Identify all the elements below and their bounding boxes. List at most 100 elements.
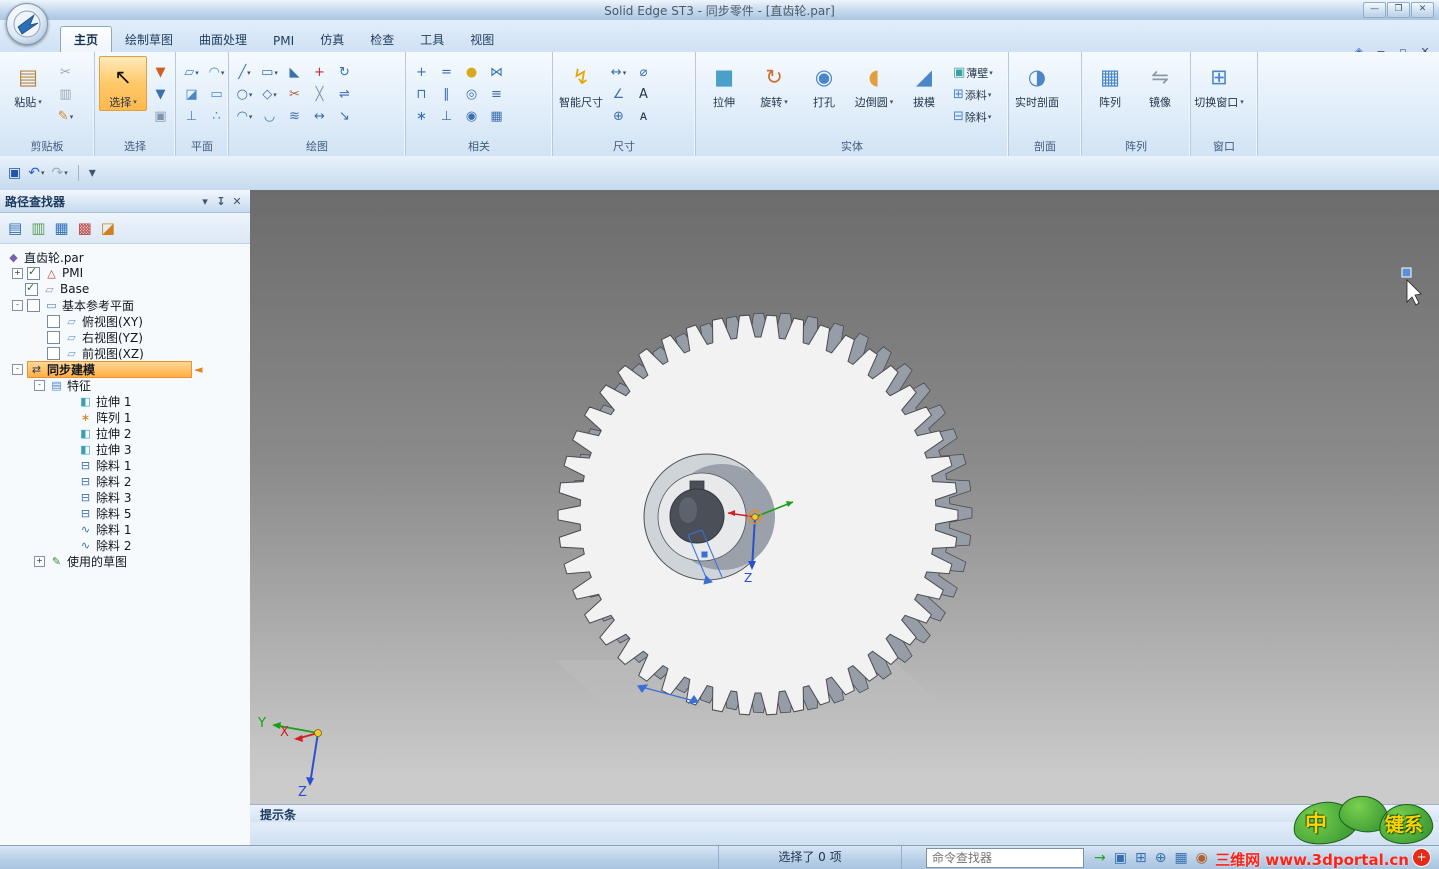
tab-绘制草图[interactable]: 绘制草图 [112,27,186,52]
close-panel-icon[interactable]: ✕ [229,195,245,208]
pathfinder-view-button[interactable]: ▤ [8,220,22,236]
chamfer-button[interactable]: ◣ [283,62,306,83]
line-button[interactable]: ╱ ▾ [233,62,256,83]
zoom-area-button[interactable]: ⊞ [1135,851,1147,865]
text-increase-button[interactable]: A [632,84,655,105]
expand-toggle[interactable]: - [12,363,23,375]
construction-button[interactable]: ╳ [308,84,331,105]
tree-item[interactable]: ◆ 直齿轮.par [0,249,250,265]
visibility-checkbox[interactable] [47,330,60,344]
pattern-button[interactable]: ▦ 阵列 [1086,56,1134,111]
rigid-set-button[interactable]: ▦ [485,106,508,127]
visibility-checkbox[interactable] [27,298,40,312]
tab-仿真[interactable]: 仿真 [307,27,357,52]
tab-曲面处理[interactable]: 曲面处理 [186,27,260,52]
lock-button[interactable]: ● [460,62,483,83]
visibility-checkbox[interactable] [47,314,60,328]
display-options-button[interactable]: ◪ [101,220,115,236]
collinear-relation-button[interactable]: ≡ [485,84,508,105]
select-button[interactable]: ↖ 选择 ▾ [99,56,147,111]
expand-toggle[interactable]: - [12,299,23,311]
pin-icon[interactable]: ↧ [213,195,229,208]
tree-item[interactable]: ▱ 右视图(YZ) [0,329,250,345]
zoom-button[interactable]: ⊕ [1155,851,1167,865]
symmetric-relation-button[interactable]: ⋈ [485,62,508,83]
trim-button[interactable]: ✂ [283,84,306,105]
hole-button[interactable]: ◉ 打孔 [800,56,848,111]
expand-toggle[interactable]: + [12,267,23,279]
rotate-button[interactable]: ↻ [333,62,356,83]
model-viewport[interactable]: Z Y X Z [250,190,1439,804]
tab-工具[interactable]: 工具 [407,27,457,52]
circle-button[interactable]: ○ ▾ [233,84,256,105]
format-painter-button[interactable]: ✎ ▾ [54,106,77,127]
project-edge-button[interactable]: ↘ [333,106,356,127]
mirror-sketch-button[interactable]: ⇌ [333,84,356,105]
cut-button[interactable]: ✂ [54,62,77,83]
coordinate-dimension-button[interactable]: ⊕ [607,106,630,127]
feature-library-button[interactable]: ▥ [31,220,45,236]
tree-item[interactable]: + △ PMI [0,265,250,281]
visibility-checkbox[interactable] [47,346,60,360]
point-button[interactable]: + [308,62,331,83]
tab-主页[interactable]: 主页 [60,26,113,52]
refresh-button[interactable]: → [1094,851,1106,865]
command-finder-input[interactable] [926,848,1084,868]
distance-between-button[interactable]: ↔ ▾ [607,62,630,83]
minimize-button[interactable]: — [1363,2,1386,18]
tab-视图[interactable]: 视图 [457,27,507,52]
visibility-checkbox[interactable] [27,265,40,280]
perpendicular-plane-button[interactable]: ⊥ [180,106,203,127]
tree-item[interactable]: ∗ 阵列 1 [0,409,250,425]
tree-item[interactable]: ⊟ 除料 2 [0,473,250,489]
sketch-view-button[interactable]: ▦ [1174,851,1187,865]
parallel-relation-button[interactable]: ∥ [435,84,458,105]
diameter-dimension-button[interactable]: ⌀ [632,62,655,83]
remove-material-button[interactable]: ⊟ 除料 ▾ [950,106,996,127]
select-options-button[interactable]: ▣ [149,106,172,127]
save-button[interactable]: ▣ [8,166,21,180]
application-menu-button[interactable] [6,3,48,45]
text-decrease-button[interactable]: ᴀ [632,106,655,127]
equal-relation-button[interactable]: = [435,62,458,83]
redo-button[interactable]: ↷ ▾ [51,166,67,180]
tree-item[interactable]: ◧ 拉伸 1 [0,393,250,409]
tree-item[interactable]: ⊟ 除料 5 [0,505,250,521]
parallel-plane-button[interactable]: ▭ [205,84,228,105]
close-button[interactable]: ✕ [1411,2,1434,18]
expand-toggle[interactable]: + [34,555,45,567]
color-manager-button[interactable]: ▩ [78,220,92,236]
fit-view-button[interactable]: ▣ [1114,851,1127,865]
arc-button[interactable]: ◠ ▾ [233,106,256,127]
tree-item[interactable]: ⊟ 除料 1 [0,457,250,473]
expand-toggle[interactable]: - [34,379,45,391]
tree-item[interactable]: + ✎ 使用的草图 [0,553,250,569]
perpendicular-relation-button[interactable]: ⊥ [435,106,458,127]
polygon-button[interactable]: ◇ ▾ [258,84,281,105]
tree-item[interactable]: ◧ 拉伸 3 [0,441,250,457]
copy-button[interactable]: ▥ [54,84,77,105]
mirror-button[interactable]: ⇋ 镜像 [1136,56,1184,111]
rectangle-button[interactable]: ▭ ▾ [258,62,281,83]
tree-item[interactable]: - ▤ 特征 [0,377,250,393]
extrude-button[interactable]: ■ 拉伸 [700,56,748,111]
select-priority-button[interactable]: ▼ [149,62,172,83]
move-button[interactable]: ↔ [308,106,331,127]
tree-item[interactable]: - ⇄ 同步建模 ◄ [0,360,250,378]
tree-item[interactable]: - ▭ 基本参考平面 [0,297,250,313]
family-table-button[interactable]: ▦ [54,220,68,236]
undo-button[interactable]: ↶ ▾ [28,166,44,180]
revolve-button[interactable]: ↻ 旋转 ▾ [750,56,798,111]
switch-windows-button[interactable]: ⊞ 切换窗口 ▾ [1194,56,1244,111]
concentric-relation-button[interactable]: ◉ [460,106,483,127]
tree-item[interactable]: ▱ Base [0,281,250,297]
connect-relation-button[interactable]: + [410,62,433,83]
tangent-relation-button[interactable]: ◎ [460,84,483,105]
tangent-plane-button[interactable]: ◠ ▾ [205,62,228,83]
select-filter-button[interactable]: ▼ [149,84,172,105]
maximize-button[interactable]: ❐ [1387,2,1410,18]
ground-relation-button[interactable]: ⊓ [410,84,433,105]
coincident-plane-button[interactable]: ▱ ▾ [180,62,203,83]
add-material-button[interactable]: ⊞ 添料 ▾ [950,84,996,105]
tree-item[interactable]: ⊟ 除料 3 [0,489,250,505]
